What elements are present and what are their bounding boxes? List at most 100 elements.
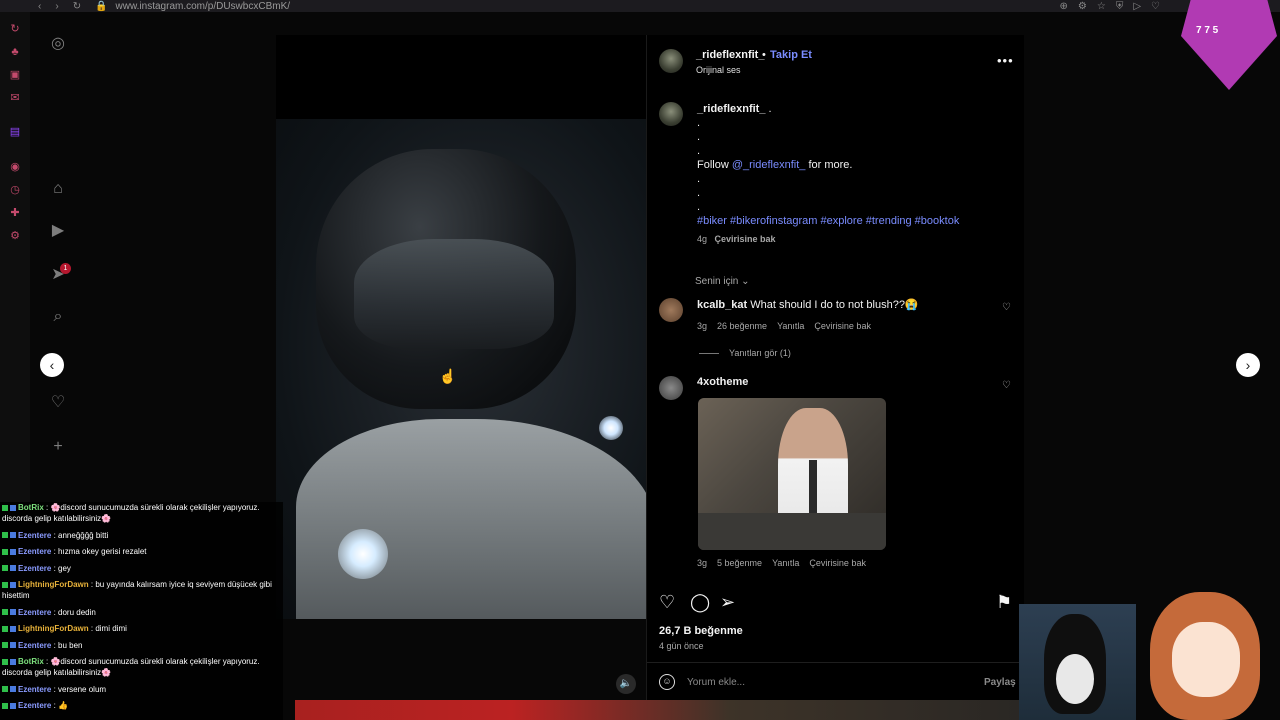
reply-link[interactable]: Yanıtla (772, 558, 799, 568)
chat-message: LightningForDawn : dimi dimi (0, 623, 283, 634)
like-comment-icon[interactable]: ♡ (1002, 302, 1011, 313)
comment-bubble-icon[interactable]: ◯ (690, 592, 710, 613)
audio-label[interactable]: Orijinal ses (696, 65, 741, 75)
caption-mention[interactable]: @_rideflexnfit_ (732, 159, 806, 171)
instagram-sidebar: ◎ ⌂ ▶ ➤ ⌕ ♡ + (40, 12, 76, 502)
follow-button[interactable]: Takip Et (770, 49, 812, 61)
commenter-username[interactable]: kcalb_kat (697, 299, 747, 311)
share-send-icon[interactable]: ➢ (720, 592, 735, 613)
chat-username: Ezentere (18, 684, 52, 694)
caption-translate-link[interactable]: Çevirisine bak (715, 234, 776, 244)
stream-stats: 7 7 5 (1196, 25, 1219, 36)
emoji-icon[interactable]: ☺ (659, 674, 675, 690)
gif-tie (809, 460, 817, 520)
like-heart-icon[interactable]: ♡ (659, 592, 675, 613)
badge-icon (10, 532, 16, 539)
zoom-icon[interactable]: ⊕ (1060, 1, 1068, 12)
caption-username[interactable]: _rideflexnfit_ (697, 103, 765, 115)
comment-input[interactable] (687, 671, 947, 693)
comment-age: 3g (697, 321, 708, 331)
separator-dot: • (762, 49, 766, 61)
author-username[interactable]: _rideflexnfit_ (696, 49, 764, 61)
badge-icon (10, 565, 16, 572)
bottom-stream-strip (295, 700, 1019, 720)
speaker-icon: 🔈 (619, 678, 633, 689)
commenter-username[interactable]: 4xotheme (697, 376, 748, 388)
chat-message: Ezentere : hızma okey gerisi rezalet (0, 546, 283, 557)
twitch-icon[interactable]: ▤ (8, 125, 22, 139)
address-bar[interactable]: 🔒 www.instagram.com/p/DUswbcxCBmK/ (95, 1, 290, 12)
chat-username: Ezentere (18, 607, 52, 617)
comment-sort-dropdown[interactable]: Senin için ⌄ (695, 276, 750, 287)
previous-post-button[interactable]: ‹ (40, 353, 64, 377)
gif-table (698, 513, 886, 550)
mail-icon[interactable]: ✉ (8, 91, 22, 105)
translate-link[interactable]: Çevirisine bak (814, 321, 871, 331)
chat-message: Ezentere : bu ben (0, 640, 283, 651)
forward-icon[interactable]: › (55, 1, 58, 12)
badge-icon (2, 504, 8, 511)
post-comment-button[interactable]: Paylaş (984, 677, 1016, 688)
heart-overlay-icon (1181, 0, 1277, 90)
caption-avatar[interactable] (659, 102, 683, 126)
bell-icon[interactable]: ♣ (8, 45, 22, 59)
commenter-avatar[interactable] (659, 298, 683, 322)
chat-username: Ezentere (18, 563, 52, 573)
play-icon[interactable]: ▷ (1133, 1, 1141, 12)
bookmark-star-icon[interactable]: ☆ (1097, 1, 1106, 12)
url-text: www.instagram.com/p/DUswbcxCBmK/ (115, 0, 291, 12)
extension-icon[interactable]: ⚙ (1078, 1, 1087, 12)
caption-dot: . (697, 187, 701, 199)
caption-hashtags[interactable]: #biker #bikerofinstagram #explore #trend… (697, 214, 1012, 228)
shield-icon[interactable]: ⛨ (1116, 1, 1124, 12)
comment-gif[interactable] (698, 398, 886, 550)
replies-line (699, 352, 719, 354)
comment-likes[interactable]: 5 beğenme (717, 558, 762, 568)
badge-icon (2, 686, 8, 693)
comment-likes[interactable]: 26 beğenme (717, 321, 767, 331)
video-frame (276, 119, 646, 619)
chat-text: : bu ben (51, 640, 83, 650)
heart-icon[interactable]: ♡ (1151, 1, 1160, 12)
save-bookmark-icon[interactable]: ⚑ (996, 592, 1012, 613)
view-replies-button[interactable]: Yanıtları gör (1) (699, 348, 791, 358)
back-icon[interactable]: ‹ (38, 1, 41, 12)
more-options-icon[interactable]: ••• (997, 53, 1014, 68)
next-post-button[interactable]: › (1236, 353, 1260, 377)
reels-icon[interactable]: ▶ (48, 221, 68, 241)
badge-icon (2, 565, 8, 572)
likes-count[interactable]: 26,7 B beğenme (659, 625, 743, 637)
lock-icon: 🔒 (95, 0, 108, 12)
avatar-face (1172, 622, 1240, 697)
commenter-avatar[interactable] (659, 376, 683, 400)
like-comment-icon[interactable]: ♡ (1002, 380, 1011, 391)
caption-dot: . (697, 201, 701, 213)
caption-dot: . (697, 145, 701, 157)
vtuber-avatar (1150, 592, 1260, 720)
instagram-logo-icon[interactable]: ◎ (48, 34, 68, 54)
post-media[interactable]: ☝ (276, 35, 646, 619)
clock-icon[interactable]: ◷ (8, 183, 22, 197)
refresh-icon[interactable]: ↻ (8, 22, 22, 36)
notifications-heart-icon[interactable]: ♡ (48, 393, 68, 413)
chat-message: BotRix : 🌸discord sunucumuzda sürekli ol… (0, 656, 283, 678)
audio-toggle-button[interactable]: 🔈 (616, 674, 636, 694)
author-avatar[interactable] (659, 49, 683, 73)
visor-shape (354, 239, 554, 349)
chat-username: LightningForDawn (18, 580, 89, 589)
chat-text: : anneğğğğ bitti (51, 530, 109, 540)
puzzle-icon[interactable]: ✚ (8, 206, 22, 220)
search-icon[interactable]: ⌕ (48, 307, 68, 327)
chat-username: BotRix (18, 503, 44, 512)
settings-icon[interactable]: ⚙ (8, 229, 22, 243)
home-icon[interactable]: ⌂ (48, 179, 68, 199)
badge-icon (10, 581, 16, 588)
circle-icon[interactable]: ◉ (8, 160, 22, 174)
reload-icon[interactable]: ↻ (73, 1, 81, 12)
translate-link[interactable]: Çevirisine bak (809, 558, 866, 568)
badge-icon (2, 658, 8, 665)
image-icon[interactable]: ▣ (8, 68, 22, 82)
reply-link[interactable]: Yanıtla (777, 321, 804, 331)
create-plus-icon[interactable]: + (48, 437, 68, 457)
comment-text: What should I do to not blush??😭 (750, 299, 919, 311)
